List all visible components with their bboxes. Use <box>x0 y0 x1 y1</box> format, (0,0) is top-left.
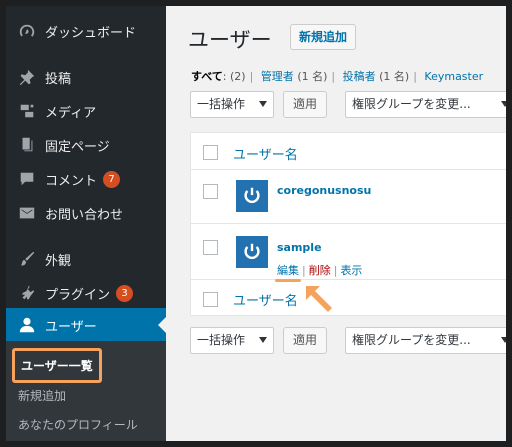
chevron-down-icon <box>501 101 506 107</box>
row-checkbox[interactable] <box>203 240 218 255</box>
user-role-filters: すべて: (2) | 管理者 (1 名) | 投稿者 (1 名) | Keymaste… <box>191 70 484 83</box>
users-submenu: ユーザー一覧 新規追加 あなたのプロフィール <box>6 341 166 441</box>
sidebar-item-contact[interactable]: お問い合わせ <box>6 196 166 230</box>
arrow-pointer-icon <box>306 286 332 312</box>
sidebar-item-dashboard[interactable]: ダッシュボード <box>6 14 166 48</box>
submenu-add-new[interactable]: 新規追加 <box>18 387 66 404</box>
brush-icon <box>17 249 37 269</box>
role-change-select-bottom[interactable]: 権限グループを変更... <box>345 327 506 354</box>
bulk-action-value: 一括操作 <box>197 333 246 347</box>
filter-all[interactable]: すべて <box>191 70 223 83</box>
view-link[interactable]: 表示 <box>340 264 362 277</box>
table-row: sample 編集 | 削除 | 表示 <box>191 224 506 280</box>
filter-contributor[interactable]: 投稿者 <box>343 70 376 83</box>
page-icon <box>17 135 37 155</box>
sidebar-item-label: 外観 <box>45 253 72 269</box>
sidebar-item-label: 投稿 <box>45 71 72 87</box>
sidebar-item-label: ユーザー <box>45 319 97 335</box>
sidebar-item-comments[interactable]: コメント 7 <box>6 162 166 196</box>
column-footer-username[interactable]: ユーザー名 <box>233 290 298 309</box>
username-link[interactable]: sample <box>277 241 322 254</box>
select-all-checkbox[interactable] <box>203 292 218 307</box>
user-icon <box>17 315 37 335</box>
sidebar-item-pages[interactable]: 固定ページ <box>6 128 166 162</box>
submenu-all-users[interactable]: ユーザー一覧 <box>12 348 102 383</box>
mail-icon <box>17 203 37 223</box>
sidebar-item-appearance[interactable]: 外観 <box>6 242 166 276</box>
dashboard-icon <box>17 21 37 41</box>
page-title: ユーザー <box>188 28 272 52</box>
pin-icon <box>17 67 37 87</box>
active-indicator <box>158 317 166 333</box>
sidebar-item-label: 固定ページ <box>45 139 110 155</box>
role-change-value: 権限グループを変更... <box>352 333 471 347</box>
sidebar-item-media[interactable]: メディア <box>6 94 166 128</box>
sidebar-item-posts[interactable]: 投稿 <box>6 60 166 94</box>
filter-all-count: (2) <box>230 70 246 83</box>
avatar <box>236 180 268 212</box>
power-icon <box>244 243 260 259</box>
row-actions: 編集 | 削除 | 表示 <box>277 264 363 277</box>
edit-link[interactable]: 編集 <box>277 264 299 277</box>
power-icon <box>244 187 260 203</box>
filter-keymaster[interactable]: Keymaster <box>424 70 483 83</box>
select-all-checkbox[interactable] <box>203 145 218 160</box>
comment-count-badge: 7 <box>103 170 121 188</box>
role-change-value: 権限グループを変更... <box>352 97 471 111</box>
table-row: coregonusnosu <box>191 170 506 224</box>
filter-contributor-count: (1 名) <box>379 70 410 83</box>
delete-link[interactable]: 削除 <box>309 264 331 277</box>
filter-administrator-count: (1 名) <box>297 70 328 83</box>
table-header-row: ユーザー名 <box>191 133 506 170</box>
sidebar-item-users[interactable]: ユーザー <box>6 308 166 342</box>
sidebar-item-label: お問い合わせ <box>45 207 124 223</box>
chevron-down-icon <box>259 101 267 107</box>
avatar <box>236 236 268 268</box>
comment-icon <box>17 169 37 189</box>
sidebar-item-label: ダッシュボード <box>45 25 137 41</box>
main-content: ユーザー 新規追加 すべて: (2) | 管理者 (1 名) | 投稿者 (1 名)… <box>166 6 506 441</box>
bulk-action-select-top[interactable]: 一括操作 <box>190 91 274 118</box>
bulk-action-value: 一括操作 <box>197 97 246 111</box>
row-checkbox[interactable] <box>203 184 218 199</box>
chevron-down-icon <box>259 337 267 343</box>
sidebar-item-plugins[interactable]: プラグイン 3 <box>6 276 166 310</box>
users-table: ユーザー名 coregonusnosu sample 編集 | 削除 | 表示 ユーザー… <box>190 132 506 316</box>
bulk-action-select-bottom[interactable]: 一括操作 <box>190 327 274 354</box>
apply-button-bottom[interactable]: 適用 <box>283 327 327 354</box>
chevron-down-icon <box>501 337 506 343</box>
plugin-update-badge: 3 <box>116 284 134 302</box>
media-icon <box>17 101 37 121</box>
plugin-icon <box>17 283 37 303</box>
admin-sidebar: ダッシュボード 投稿 メディア 固定ページ コメント 7 お問い合わせ 外観 プ… <box>6 6 166 441</box>
filter-administrator[interactable]: 管理者 <box>261 70 294 83</box>
sidebar-item-label: メディア <box>45 105 97 121</box>
username-link[interactable]: coregonusnosu <box>277 184 371 197</box>
role-change-select-top[interactable]: 権限グループを変更... <box>345 91 506 118</box>
submenu-your-profile[interactable]: あなたのプロフィール <box>18 416 138 433</box>
sidebar-item-label: プラグイン <box>45 287 111 303</box>
column-header-username[interactable]: ユーザー名 <box>233 144 298 163</box>
apply-button-top[interactable]: 適用 <box>283 91 327 118</box>
add-new-user-button[interactable]: 新規追加 <box>290 24 357 50</box>
table-footer-row: ユーザー名 <box>191 280 506 317</box>
sidebar-item-label: コメント <box>45 173 98 189</box>
screenshot-frame: ダッシュボード 投稿 メディア 固定ページ コメント 7 お問い合わせ 外観 プ… <box>6 6 506 441</box>
